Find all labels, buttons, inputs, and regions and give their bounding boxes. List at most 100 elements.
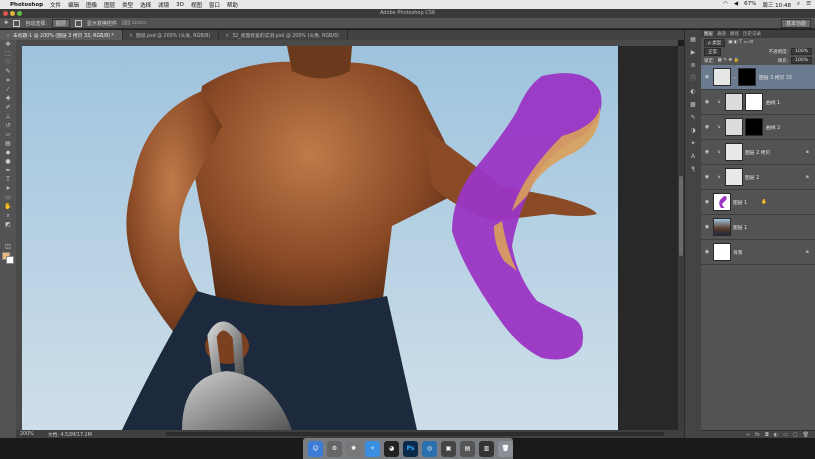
menu-filter[interactable]: 滤镜: [158, 1, 169, 9]
safari-icon[interactable]: ✧: [365, 440, 380, 457]
app-icon[interactable]: ▣: [441, 440, 456, 457]
menu-window[interactable]: 窗口: [209, 1, 220, 9]
history-panel-icon[interactable]: ▦: [688, 36, 698, 43]
color-panel-icon[interactable]: ◐: [688, 88, 698, 95]
dodge-tool-icon[interactable]: ●: [2, 158, 14, 166]
visibility-eye-icon[interactable]: ◉: [701, 174, 713, 180]
info-panel-icon[interactable]: ⓘ: [688, 75, 698, 82]
layer-name[interactable]: 图层 3 拷贝 33: [759, 74, 792, 81]
auto-select-dropdown[interactable]: 图层: [51, 18, 70, 28]
photo-app-icon[interactable]: ▤: [460, 440, 475, 457]
wifi-icon[interactable]: ◠: [723, 1, 728, 9]
layer-mask-thumbnail[interactable]: [738, 68, 756, 86]
zoom-tool-icon[interactable]: ⌕: [2, 212, 14, 220]
layer-row[interactable]: ◉ 背景 ▪: [701, 240, 815, 265]
menu-edit[interactable]: 编辑: [68, 1, 79, 9]
properties-panel-icon[interactable]: ≣: [688, 62, 698, 69]
app-menu[interactable]: Photoshop: [10, 2, 43, 8]
brush-panel-icon[interactable]: ✎: [688, 114, 698, 121]
default-colors-icon[interactable]: ◩: [2, 221, 14, 229]
quick-select-tool-icon[interactable]: ✎: [2, 68, 14, 76]
adjustments-panel-icon[interactable]: ◑: [688, 127, 698, 134]
type-tool-icon[interactable]: T: [2, 176, 14, 184]
visibility-eye-icon[interactable]: ◉: [701, 74, 713, 80]
menu-3d[interactable]: 3D: [176, 2, 184, 8]
layer-row[interactable]: ◉ ↳ 曲线 1: [701, 90, 815, 115]
history-brush-icon[interactable]: ↺: [2, 122, 14, 130]
gradient-tool-icon[interactable]: ▤: [2, 140, 14, 148]
browser-icon[interactable]: ◎: [422, 440, 437, 457]
stamp-tool-icon[interactable]: ⊥: [2, 113, 14, 121]
qq-icon[interactable]: ◕: [384, 440, 399, 457]
actions-panel-icon[interactable]: ▶: [688, 49, 698, 56]
background-color-swatch[interactable]: [6, 256, 14, 264]
layer-row[interactable]: ◉ 图层 1: [701, 215, 815, 240]
move-tool-icon[interactable]: ✥: [2, 41, 14, 49]
tab-paths[interactable]: 路径: [730, 31, 739, 37]
add-mask-icon[interactable]: ◘: [765, 432, 769, 438]
align-icons[interactable]: ▯▯▯ ▭▭▭: [122, 20, 146, 26]
document-canvas[interactable]: [22, 46, 678, 430]
shape-tool-icon[interactable]: ▭: [2, 194, 14, 202]
close-tab-icon[interactable]: ×: [129, 34, 133, 39]
layer-mask-thumbnail[interactable]: [745, 93, 763, 111]
layer-row[interactable]: ◉ ↳ 图层 2 ▪: [701, 165, 815, 190]
system-preferences-icon[interactable]: ⚙: [327, 440, 342, 457]
tab-document-1[interactable]: × 未标题-1 @ 200% (图层 3 拷贝 33, RGB/8) *: [0, 30, 123, 40]
layer-row[interactable]: ◉ ↳ 图层 2 拷贝 ▪: [701, 140, 815, 165]
layer-row[interactable]: ◉ 图层 1 ✋: [701, 190, 815, 215]
visibility-eye-icon[interactable]: ◉: [701, 124, 713, 130]
layer-mask-thumbnail[interactable]: [745, 118, 763, 136]
menu-image[interactable]: 图像: [86, 1, 97, 9]
pen-tool-icon[interactable]: ✒: [2, 167, 14, 175]
photoshop-icon[interactable]: Ps: [403, 440, 418, 457]
menu-file[interactable]: 文件: [50, 1, 61, 9]
visibility-eye-icon[interactable]: ◉: [701, 224, 713, 230]
menu-help[interactable]: 帮助: [227, 1, 238, 9]
show-transform-checkbox[interactable]: [74, 19, 82, 27]
layer-name[interactable]: 曲线 2: [766, 124, 780, 131]
blur-tool-icon[interactable]: ◆: [2, 149, 14, 157]
hand-tool-icon[interactable]: ✋: [2, 203, 14, 211]
paragraph-panel-icon[interactable]: ¶: [688, 166, 698, 173]
visibility-eye-icon[interactable]: ◉: [701, 199, 713, 205]
marquee-tool-icon[interactable]: ⬚: [2, 50, 14, 58]
menu-layer[interactable]: 图层: [104, 1, 115, 9]
layer-name[interactable]: 图层 2 拷贝: [745, 149, 770, 156]
lasso-tool-icon[interactable]: ➰: [2, 59, 14, 67]
layer-name[interactable]: 曲线 1: [766, 99, 780, 106]
tab-channels[interactable]: 通道: [717, 31, 726, 37]
visibility-eye-icon[interactable]: ◉: [701, 149, 713, 155]
layer-name[interactable]: 图层 1: [733, 224, 747, 231]
finder-icon[interactable]: ☺: [308, 440, 323, 457]
blend-mode-dropdown[interactable]: 正常: [704, 47, 721, 56]
adjustment-layer-icon[interactable]: ◐: [774, 432, 778, 438]
character-panel-icon[interactable]: A: [688, 153, 698, 160]
eraser-tool-icon[interactable]: ▱: [2, 131, 14, 139]
close-tab-icon[interactable]: ×: [225, 34, 229, 39]
menu-type[interactable]: 类型: [122, 1, 133, 9]
tab-history[interactable]: 历史记录: [743, 31, 761, 37]
move-tool-icon[interactable]: ✥: [4, 20, 8, 26]
clock-label[interactable]: 周三 10:48: [762, 1, 791, 9]
scroll-thumb[interactable]: [679, 176, 683, 256]
layer-name[interactable]: 图层 1: [733, 199, 747, 206]
tab-document-2[interactable]: × 图纸.psd @ 200% (头发, RGB/8): [123, 30, 220, 40]
healing-tool-icon[interactable]: ✚: [2, 95, 14, 103]
workspace-switcher[interactable]: 基本功能: [780, 19, 811, 28]
swatches-panel-icon[interactable]: ▩: [688, 101, 698, 108]
tab-layers[interactable]: 图层: [704, 31, 713, 37]
trash-icon[interactable]: 🗑: [498, 440, 513, 457]
battery-label[interactable]: 67%: [744, 1, 756, 9]
zoom-level[interactable]: 200%: [20, 432, 34, 437]
layer-filter-dropdown[interactable]: ρ 类型: [704, 38, 726, 47]
fx-icon[interactable]: fx: [755, 432, 760, 438]
quick-mask-icon[interactable]: ◫: [2, 243, 14, 251]
menu-list-icon[interactable]: ☰: [806, 1, 811, 9]
fill-field[interactable]: 100%: [791, 57, 812, 64]
path-select-tool-icon[interactable]: ➤: [2, 185, 14, 193]
filter-icons[interactable]: ▣ ◐ T ▭ ⊡: [728, 40, 753, 45]
auto-select-checkbox[interactable]: [13, 19, 21, 27]
crop-tool-icon[interactable]: ⌗: [2, 77, 14, 85]
launchpad-icon[interactable]: ✺: [346, 440, 361, 457]
